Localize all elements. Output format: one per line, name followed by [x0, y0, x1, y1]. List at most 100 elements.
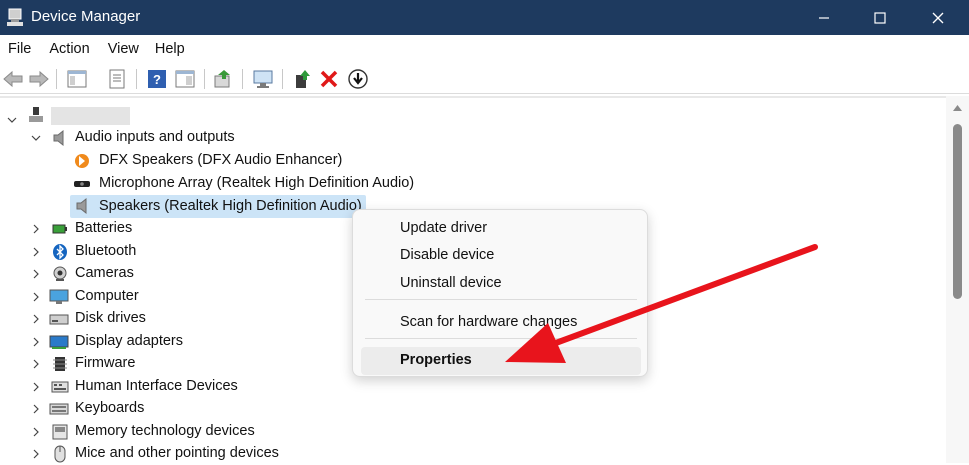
- uninstall-icon[interactable]: [318, 68, 340, 90]
- update-driver-icon[interactable]: [212, 68, 234, 90]
- tree-item-batteries[interactable]: Batteries: [0, 218, 300, 240]
- disk-drive-icon: [49, 314, 69, 325]
- help-icon[interactable]: ?: [146, 68, 168, 90]
- dfx-audio-icon: [75, 154, 89, 168]
- menu-separator: [365, 338, 637, 339]
- chevron-right-icon[interactable]: [30, 313, 42, 325]
- menu-item-label: Disable device: [400, 247, 495, 263]
- menu-item-uninstall-device[interactable]: Uninstall device: [361, 270, 641, 298]
- chevron-right-icon[interactable]: [30, 291, 42, 303]
- toolbar: ?: [0, 64, 969, 94]
- svg-text:?: ?: [153, 72, 161, 87]
- menu-item-label: Update driver: [400, 220, 488, 236]
- tree-item-label: Disk drives: [75, 310, 146, 326]
- scan-hardware-icon[interactable]: [252, 68, 274, 90]
- mouse-icon: [54, 445, 66, 463]
- tree-item-label: Audio inputs and outputs: [75, 129, 235, 145]
- tree-item-cameras[interactable]: Cameras: [0, 263, 300, 285]
- speaker-icon: [76, 197, 87, 215]
- camera-icon: [53, 266, 67, 281]
- context-menu: Update driver Disable device Uninstall d…: [352, 209, 648, 377]
- scrollbar-thumb[interactable]: [953, 124, 962, 299]
- disable-device-icon[interactable]: [347, 68, 369, 90]
- menu-item-update-driver[interactable]: Update driver: [361, 215, 641, 243]
- menu-item-label: Scan for hardware changes: [400, 314, 578, 330]
- window-title: Device Manager: [31, 8, 141, 25]
- menu-file[interactable]: File: [0, 41, 39, 57]
- menu-action[interactable]: Action: [39, 41, 97, 57]
- tree-item-mice-pointing-devices[interactable]: Mice and other pointing devices: [0, 443, 300, 465]
- tree-item-label: Cameras: [75, 265, 134, 281]
- bluetooth-icon: [53, 244, 67, 260]
- chevron-right-icon[interactable]: [30, 223, 42, 235]
- menu-item-properties[interactable]: Properties: [361, 347, 641, 375]
- tree-item-label: Firmware: [75, 355, 136, 371]
- back-icon[interactable]: [2, 68, 24, 90]
- chevron-right-icon[interactable]: [30, 403, 42, 415]
- tree-item-memory-technology-devices[interactable]: Memory technology devices: [0, 421, 300, 443]
- chevron-right-icon[interactable]: [30, 448, 42, 460]
- tree-item-label: Bluetooth: [75, 243, 137, 259]
- chevron-right-icon[interactable]: [30, 426, 42, 438]
- firmware-chip-icon: [53, 357, 67, 371]
- keyboard-icon: [49, 403, 69, 415]
- tree-item-audio-inputs[interactable]: Audio inputs and outputs: [0, 127, 300, 149]
- chevron-right-icon[interactable]: [30, 336, 42, 348]
- menu-item-disable-device[interactable]: Disable device: [361, 242, 641, 270]
- tree-item-microphone-array[interactable]: Microphone Array (Realtek High Definitio…: [0, 173, 450, 195]
- tree-item-firmware[interactable]: Firmware: [0, 353, 300, 375]
- memory-card-icon: [52, 424, 68, 440]
- speaker-icon: [53, 129, 64, 147]
- tree-item-label: Batteries: [75, 220, 133, 236]
- chevron-down-icon[interactable]: [30, 132, 42, 144]
- title-bar: Device Manager: [0, 0, 969, 35]
- tree-item-label: Memory technology devices: [75, 423, 255, 439]
- console-tree-icon[interactable]: [66, 68, 88, 90]
- chevron-right-icon[interactable]: [30, 268, 42, 280]
- device-manager-app-icon: [7, 8, 23, 26]
- tree-item-display-adapters[interactable]: Display adapters: [0, 331, 300, 353]
- tree-item-dfx-speakers[interactable]: DFX Speakers (DFX Audio Enhancer): [0, 150, 400, 172]
- tree-item-label: Human Interface Devices: [75, 378, 238, 394]
- hid-icon: [51, 381, 69, 393]
- forward-icon[interactable]: [28, 68, 50, 90]
- chevron-right-icon[interactable]: [30, 381, 42, 393]
- computer-root-icon: [29, 107, 43, 122]
- tree-item-label: Speakers (Realtek High Definition Audio): [99, 198, 362, 214]
- tree-item-human-interface-devices[interactable]: Human Interface Devices: [0, 376, 300, 398]
- monitor-icon: [49, 289, 69, 304]
- scroll-up-arrow-icon[interactable]: [952, 104, 963, 112]
- properties-page-icon[interactable]: [106, 68, 128, 90]
- battery-icon: [52, 224, 67, 234]
- menu-bar: File Action View Help: [0, 35, 969, 63]
- menu-help[interactable]: Help: [147, 41, 193, 57]
- tree-item-computer[interactable]: Computer: [0, 286, 300, 308]
- maximize-button[interactable]: [852, 0, 908, 35]
- close-button[interactable]: [910, 0, 966, 35]
- tree-item-keyboards[interactable]: Keyboards: [0, 398, 300, 420]
- menu-separator: [365, 299, 637, 300]
- maximize-icon: [874, 11, 886, 24]
- display-adapter-icon: [49, 335, 69, 349]
- chevron-down-icon[interactable]: [6, 114, 18, 126]
- tree-item-label: Microphone Array (Realtek High Definitio…: [99, 175, 415, 191]
- tree-item-label: Mice and other pointing devices: [75, 445, 279, 461]
- menu-item-label: Properties: [400, 352, 472, 368]
- action-pane-icon[interactable]: [174, 68, 196, 90]
- tree-item-label: Display adapters: [75, 333, 183, 349]
- chevron-right-icon[interactable]: [30, 358, 42, 370]
- menu-item-scan-hardware[interactable]: Scan for hardware changes: [361, 309, 641, 337]
- minimize-button[interactable]: [796, 0, 852, 35]
- microphone-array-icon: [74, 181, 90, 187]
- menu-item-label: Uninstall device: [400, 275, 502, 291]
- tree-item-speakers-realtek[interactable]: Speakers (Realtek High Definition Audio): [0, 195, 370, 217]
- tree-item-label: DFX Speakers (DFX Audio Enhancer): [99, 152, 343, 168]
- tree-item-label: Keyboards: [75, 400, 145, 416]
- enable-device-icon[interactable]: [292, 68, 314, 90]
- menu-view[interactable]: View: [98, 41, 147, 57]
- tree-item-bluetooth[interactable]: Bluetooth: [0, 241, 300, 263]
- vertical-scrollbar[interactable]: [946, 96, 969, 463]
- tree-item-label: Computer: [75, 288, 139, 304]
- tree-item-disk-drives[interactable]: Disk drives: [0, 308, 300, 330]
- chevron-right-icon[interactable]: [30, 246, 42, 258]
